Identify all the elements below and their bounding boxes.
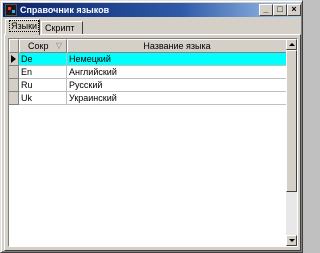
tab-languages[interactable]: Языки (5, 19, 40, 35)
window-title: Справочник языков (20, 5, 110, 15)
scroll-down-button[interactable] (286, 235, 297, 246)
tab-panel-languages: Сокр ▽ Название языка De Немецкий En Анг… (4, 34, 301, 251)
title-bar[interactable]: Справочник языков _ □ × (3, 3, 301, 17)
table-row[interactable]: Uk Украинский (9, 92, 287, 105)
cell-code[interactable]: Ru (19, 79, 67, 92)
row-indicator (9, 92, 19, 105)
grid-header: Сокр ▽ Название языка (9, 39, 287, 53)
row-indicator (9, 66, 19, 79)
maximize-button[interactable]: □ (273, 4, 287, 16)
cell-name[interactable]: Украинский (67, 92, 287, 105)
sort-icon[interactable]: ▽ (56, 40, 62, 52)
cell-code[interactable]: Uk (19, 92, 67, 105)
cell-name[interactable]: Немецкий (67, 53, 287, 66)
cell-code[interactable]: En (19, 66, 67, 79)
cell-code[interactable]: De (19, 53, 67, 66)
vertical-scrollbar[interactable] (286, 39, 297, 246)
column-header-code[interactable]: Сокр ▽ (19, 39, 67, 53)
minimize-button[interactable]: _ (259, 4, 273, 16)
app-icon[interactable] (5, 4, 17, 16)
scroll-up-button[interactable] (286, 39, 297, 50)
column-header-code-label: Сокр (28, 41, 49, 51)
column-header-name[interactable]: Название языка (67, 39, 287, 53)
cell-name[interactable]: Английский (67, 66, 287, 79)
arrow-up-icon (289, 43, 295, 46)
row-indicator (9, 79, 19, 92)
table-row[interactable]: De Немецкий (9, 53, 287, 66)
cell-name[interactable]: Русский (67, 79, 287, 92)
close-button[interactable]: × (287, 4, 301, 16)
grid-rows: De Немецкий En Английский Ru Русский Uk … (9, 53, 287, 105)
row-indicator (9, 53, 19, 66)
tab-script-label: Скрипт (45, 23, 75, 33)
arrow-down-icon (289, 239, 295, 242)
column-header-name-label: Название языка (143, 41, 211, 51)
tab-strip: Языки Скрипт (4, 19, 300, 35)
languages-grid[interactable]: Сокр ▽ Название языка De Немецкий En Анг… (8, 38, 298, 247)
current-row-pointer-icon (11, 55, 16, 63)
scroll-thumb[interactable] (286, 50, 297, 192)
header-indicator-cell (9, 39, 19, 53)
tab-languages-label: Языки (9, 20, 40, 32)
tab-script[interactable]: Скрипт (41, 21, 83, 34)
language-dictionary-window: Справочник языков _ □ × Языки Скрипт Сок… (0, 0, 303, 253)
table-row[interactable]: En Английский (9, 66, 287, 79)
table-row[interactable]: Ru Русский (9, 79, 287, 92)
